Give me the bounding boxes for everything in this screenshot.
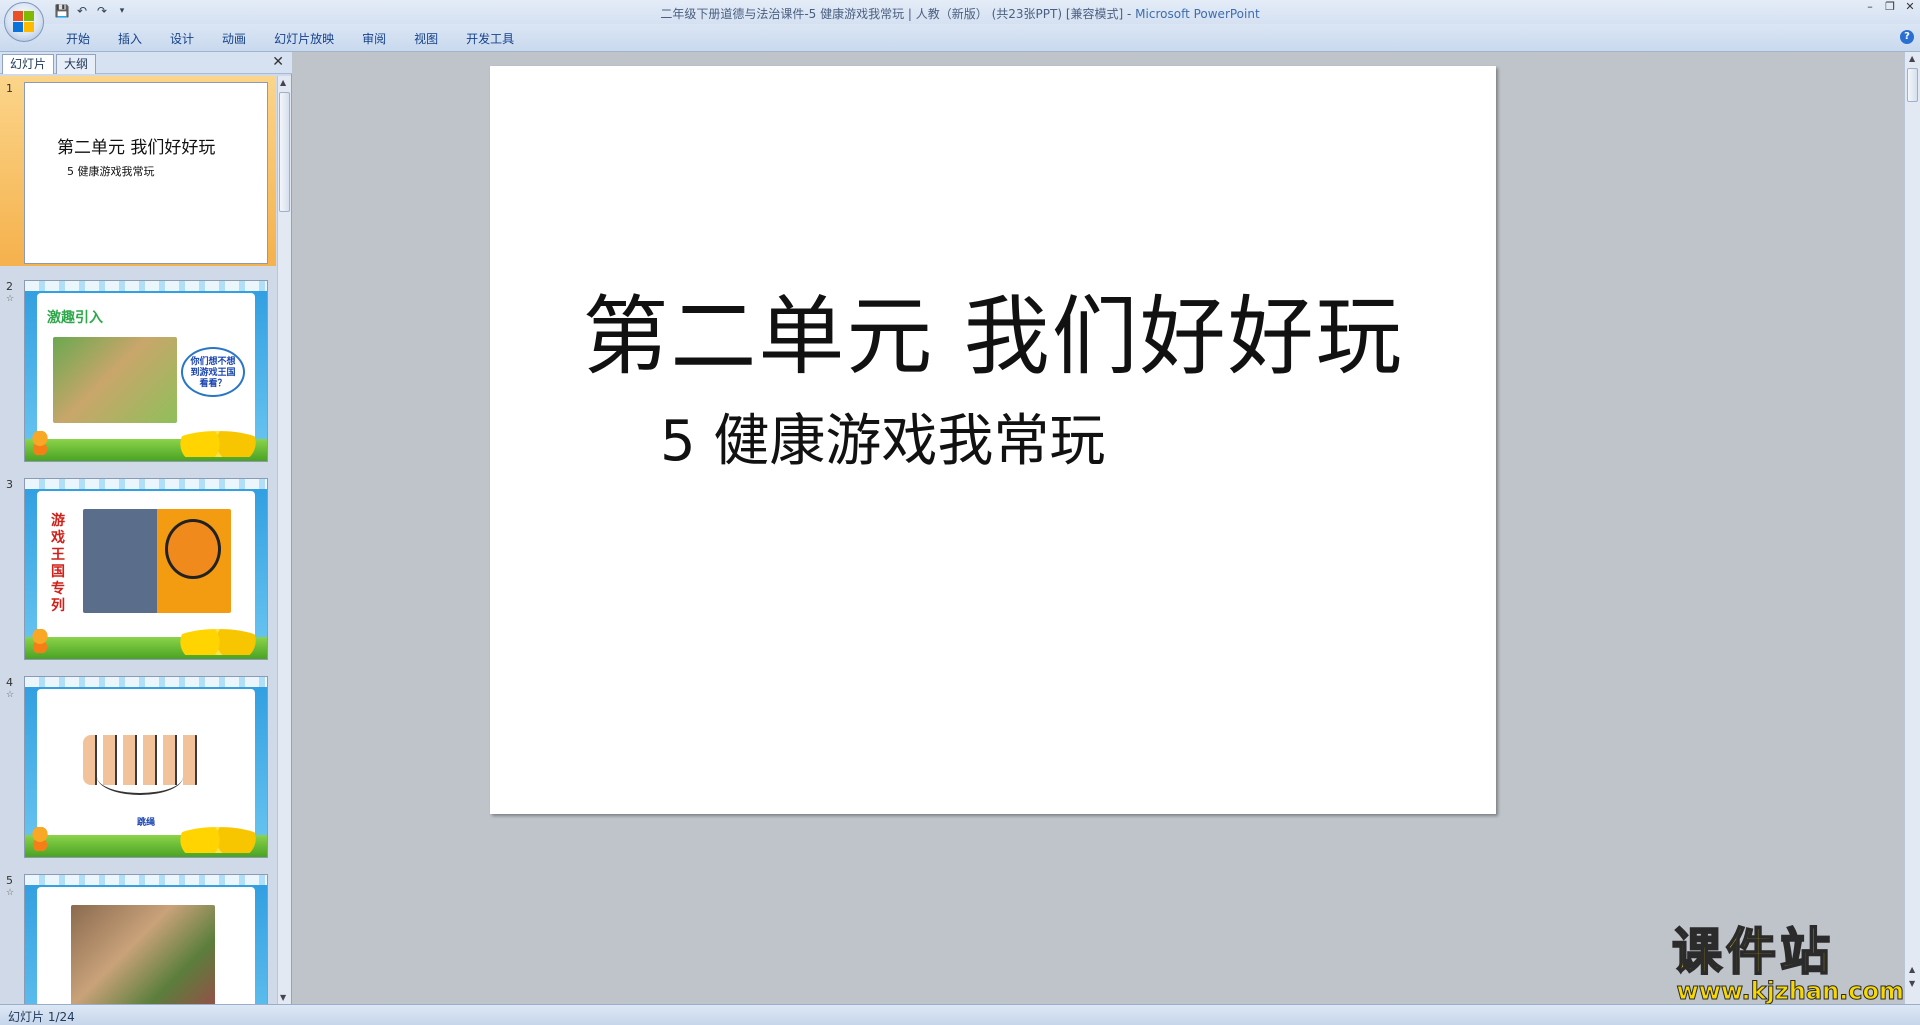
scroll-up-icon[interactable]: ▲	[1909, 54, 1915, 63]
close-icon[interactable]: ✕	[1904, 0, 1916, 13]
next-slide-icon[interactable]: ▼	[1909, 979, 1915, 988]
slide-editor: 第二单元 我们好好玩 5 健康游戏我常玩	[298, 52, 1904, 1004]
pane-tabs: 幻灯片 大纲 ✕	[0, 52, 292, 74]
game-kingdom-image	[53, 337, 177, 423]
thumbnail-number: 1	[6, 82, 13, 95]
mascot-icon	[31, 431, 49, 455]
tab-animations[interactable]: 动画	[208, 30, 260, 47]
thumbnail-preview	[24, 874, 268, 1004]
scrollbar-thumb[interactable]	[279, 92, 290, 212]
tab-slideshow[interactable]: 幻灯片放映	[260, 30, 348, 47]
slide-thumbnail-4[interactable]: 4 ☆ 跳绳	[0, 670, 276, 860]
tab-outline[interactable]: 大纲	[56, 54, 97, 74]
slide-scrollbar[interactable]: ▲ ▲ ▼	[1904, 52, 1920, 1004]
minimize-icon[interactable]: –	[1864, 0, 1876, 13]
slides-pane: 幻灯片 大纲 ✕ 1 第二单元 我们好好玩 5 健康游戏我常玩 2 ☆ 激趣引入…	[0, 52, 292, 1004]
rope-line	[97, 759, 183, 795]
ribbon-tab-bar: 开始 插入 设计 动画 幻灯片放映 审阅 视图 开发工具 ?	[0, 24, 1920, 52]
tab-insert[interactable]: 插入	[104, 30, 156, 47]
speech-bubble: 你们想不想到游戏王国看看？	[181, 347, 245, 397]
tab-developer[interactable]: 开发工具	[452, 30, 528, 47]
previous-slide-icon[interactable]: ▲	[1909, 965, 1915, 974]
slide-counter: 幻灯片 1/24	[8, 1010, 75, 1024]
thumbnail-preview: 激趣引入 你们想不想到游戏王国看看？	[24, 280, 268, 462]
tab-design[interactable]: 设计	[156, 30, 208, 47]
tab-home[interactable]: 开始	[52, 30, 104, 47]
animation-star-icon: ☆	[6, 294, 15, 304]
thumbnail-number: 3	[6, 478, 13, 491]
close-pane-icon[interactable]: ✕	[272, 54, 284, 70]
playground-photo	[71, 905, 215, 1004]
scrollbar-thumb[interactable]	[1907, 68, 1918, 102]
thumbnail-scrollbar[interactable]: ▲ ▼	[277, 76, 291, 1004]
slide-thumbnail-5[interactable]: 5 ☆	[0, 868, 276, 1004]
thumbnail-preview: 第二单元 我们好好玩 5 健康游戏我常玩	[24, 82, 268, 264]
tab-slides[interactable]: 幻灯片	[2, 54, 55, 74]
thumbnail-heading: 激趣引入	[47, 310, 103, 326]
thumbnail-preview: 游戏王国专列	[24, 478, 268, 660]
office-logo-icon	[13, 11, 35, 33]
help-icon[interactable]: ?	[1900, 30, 1914, 44]
thumbnail-preview: 跳绳	[24, 676, 268, 858]
thumbnail-side-text: 游戏王国专列	[51, 513, 65, 614]
scroll-up-icon[interactable]: ▲	[280, 78, 286, 87]
thumbnail-caption: 跳绳	[136, 818, 155, 828]
thumbnail-subtitle: 5 健康游戏我常玩	[67, 165, 155, 178]
cartoon-face-icon	[165, 519, 221, 579]
slide-title[interactable]: 第二单元 我们好好玩	[490, 266, 1496, 391]
watermark-text: 课件站	[1671, 923, 1834, 981]
thumbnail-number: 2	[6, 280, 13, 293]
slide-thumbnail-3[interactable]: 3 游戏王国专列	[0, 472, 276, 662]
restore-icon[interactable]: ❐	[1884, 0, 1896, 13]
office-button[interactable]	[4, 2, 44, 42]
window-title: 二年级下册道德与法治课件-5 健康游戏我常玩 | 人教（新版） (共23张PPT…	[660, 7, 1260, 21]
title-bar: 💾 ↶ ↷ ▾ 二年级下册道德与法治课件-5 健康游戏我常玩 | 人教（新版） …	[0, 0, 1920, 42]
tab-review[interactable]: 审阅	[348, 30, 400, 47]
mascot-icon	[31, 629, 49, 653]
slide-subtitle[interactable]: 5 健康游戏我常玩	[660, 396, 1105, 477]
watermark-url: www.kjzhan.com	[1676, 977, 1904, 1005]
thumbnail-title: 第二单元 我们好好玩	[57, 138, 216, 158]
window-controls: – ❐ ✕	[1864, 0, 1916, 13]
animation-star-icon: ☆	[6, 888, 15, 898]
slide-thumbnail-1[interactable]: 1 第二单元 我们好好玩 5 健康游戏我常玩	[0, 76, 276, 266]
tab-view[interactable]: 视图	[400, 30, 452, 47]
thumbnail-number: 5	[6, 874, 13, 887]
ribbon-tabs: 开始 插入 设计 动画 幻灯片放映 审阅 视图 开发工具	[52, 30, 528, 47]
scroll-down-icon[interactable]: ▼	[280, 993, 286, 1002]
mascot-icon	[31, 827, 49, 851]
thumbnail-list: 1 第二单元 我们好好玩 5 健康游戏我常玩 2 ☆ 激趣引入 你们想不想到游戏…	[0, 76, 276, 1004]
status-bar: 幻灯片 1/24	[0, 1004, 1920, 1025]
current-slide[interactable]: 第二单元 我们好好玩 5 健康游戏我常玩	[490, 66, 1496, 814]
slide-thumbnail-2[interactable]: 2 ☆ 激趣引入 你们想不想到游戏王国看看？	[0, 274, 276, 464]
watermark-logo: 课件站 www.kjzhan.com	[1671, 923, 1905, 1005]
animation-star-icon: ☆	[6, 690, 15, 700]
thumbnail-number: 4	[6, 676, 13, 689]
